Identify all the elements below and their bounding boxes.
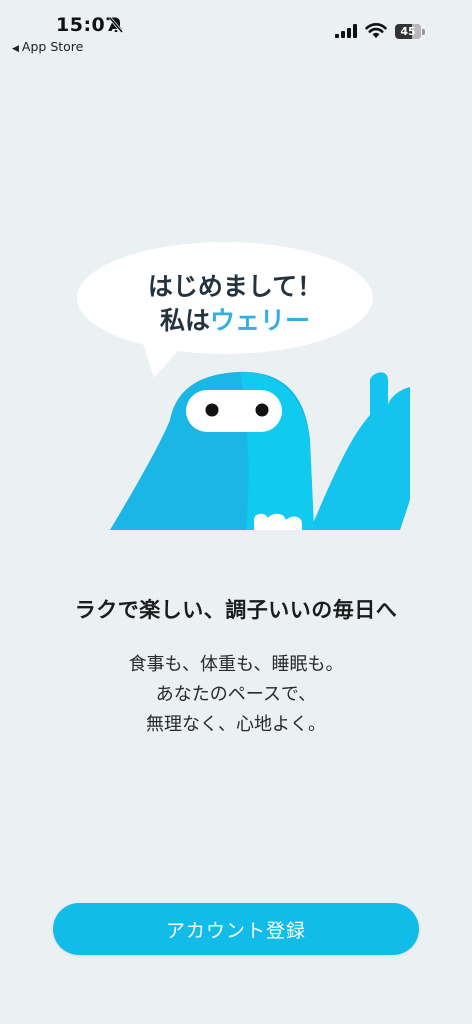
battery-level: 45 bbox=[400, 25, 416, 38]
description-line: 食事も、体重も、睡眠も。 bbox=[128, 654, 344, 675]
back-triangle-icon: ◀ bbox=[12, 44, 19, 54]
status-bar: 15:07 ◀ App Store 45 bbox=[0, 0, 472, 60]
description-line: あなたのペースで、 bbox=[155, 684, 317, 705]
mascot-waving-hand bbox=[310, 372, 410, 530]
page-headline: ラクで楽しい、調子いいの毎日へ bbox=[74, 598, 398, 622]
description-text: 食事も、体重も、睡眠も。 あなたのペースで、 無理なく、心地よく。 bbox=[0, 650, 472, 740]
mascot-name: ウェリー bbox=[210, 306, 311, 335]
register-account-button[interactable]: アカウント登録 bbox=[53, 903, 419, 955]
back-link-label: App Store bbox=[21, 39, 84, 54]
bell-muted-icon bbox=[108, 17, 124, 33]
greeting-prefix: 私は bbox=[159, 306, 210, 335]
mascot-face bbox=[186, 390, 282, 432]
speech-bubble-text: はじめまして！ 私はウェリー bbox=[80, 270, 390, 338]
description-line: 無理なく、心地よく。 bbox=[146, 714, 326, 735]
wifi-icon bbox=[365, 23, 387, 38]
battery-cap bbox=[422, 29, 425, 35]
greeting-line-2: 私はウェリー bbox=[80, 304, 390, 338]
battery-icon: 45 bbox=[395, 24, 421, 39]
greeting-line-1: はじめまして！ bbox=[147, 272, 323, 301]
back-to-app-store-link[interactable]: ◀ App Store bbox=[12, 39, 83, 54]
cellular-signal-icon bbox=[335, 24, 357, 38]
